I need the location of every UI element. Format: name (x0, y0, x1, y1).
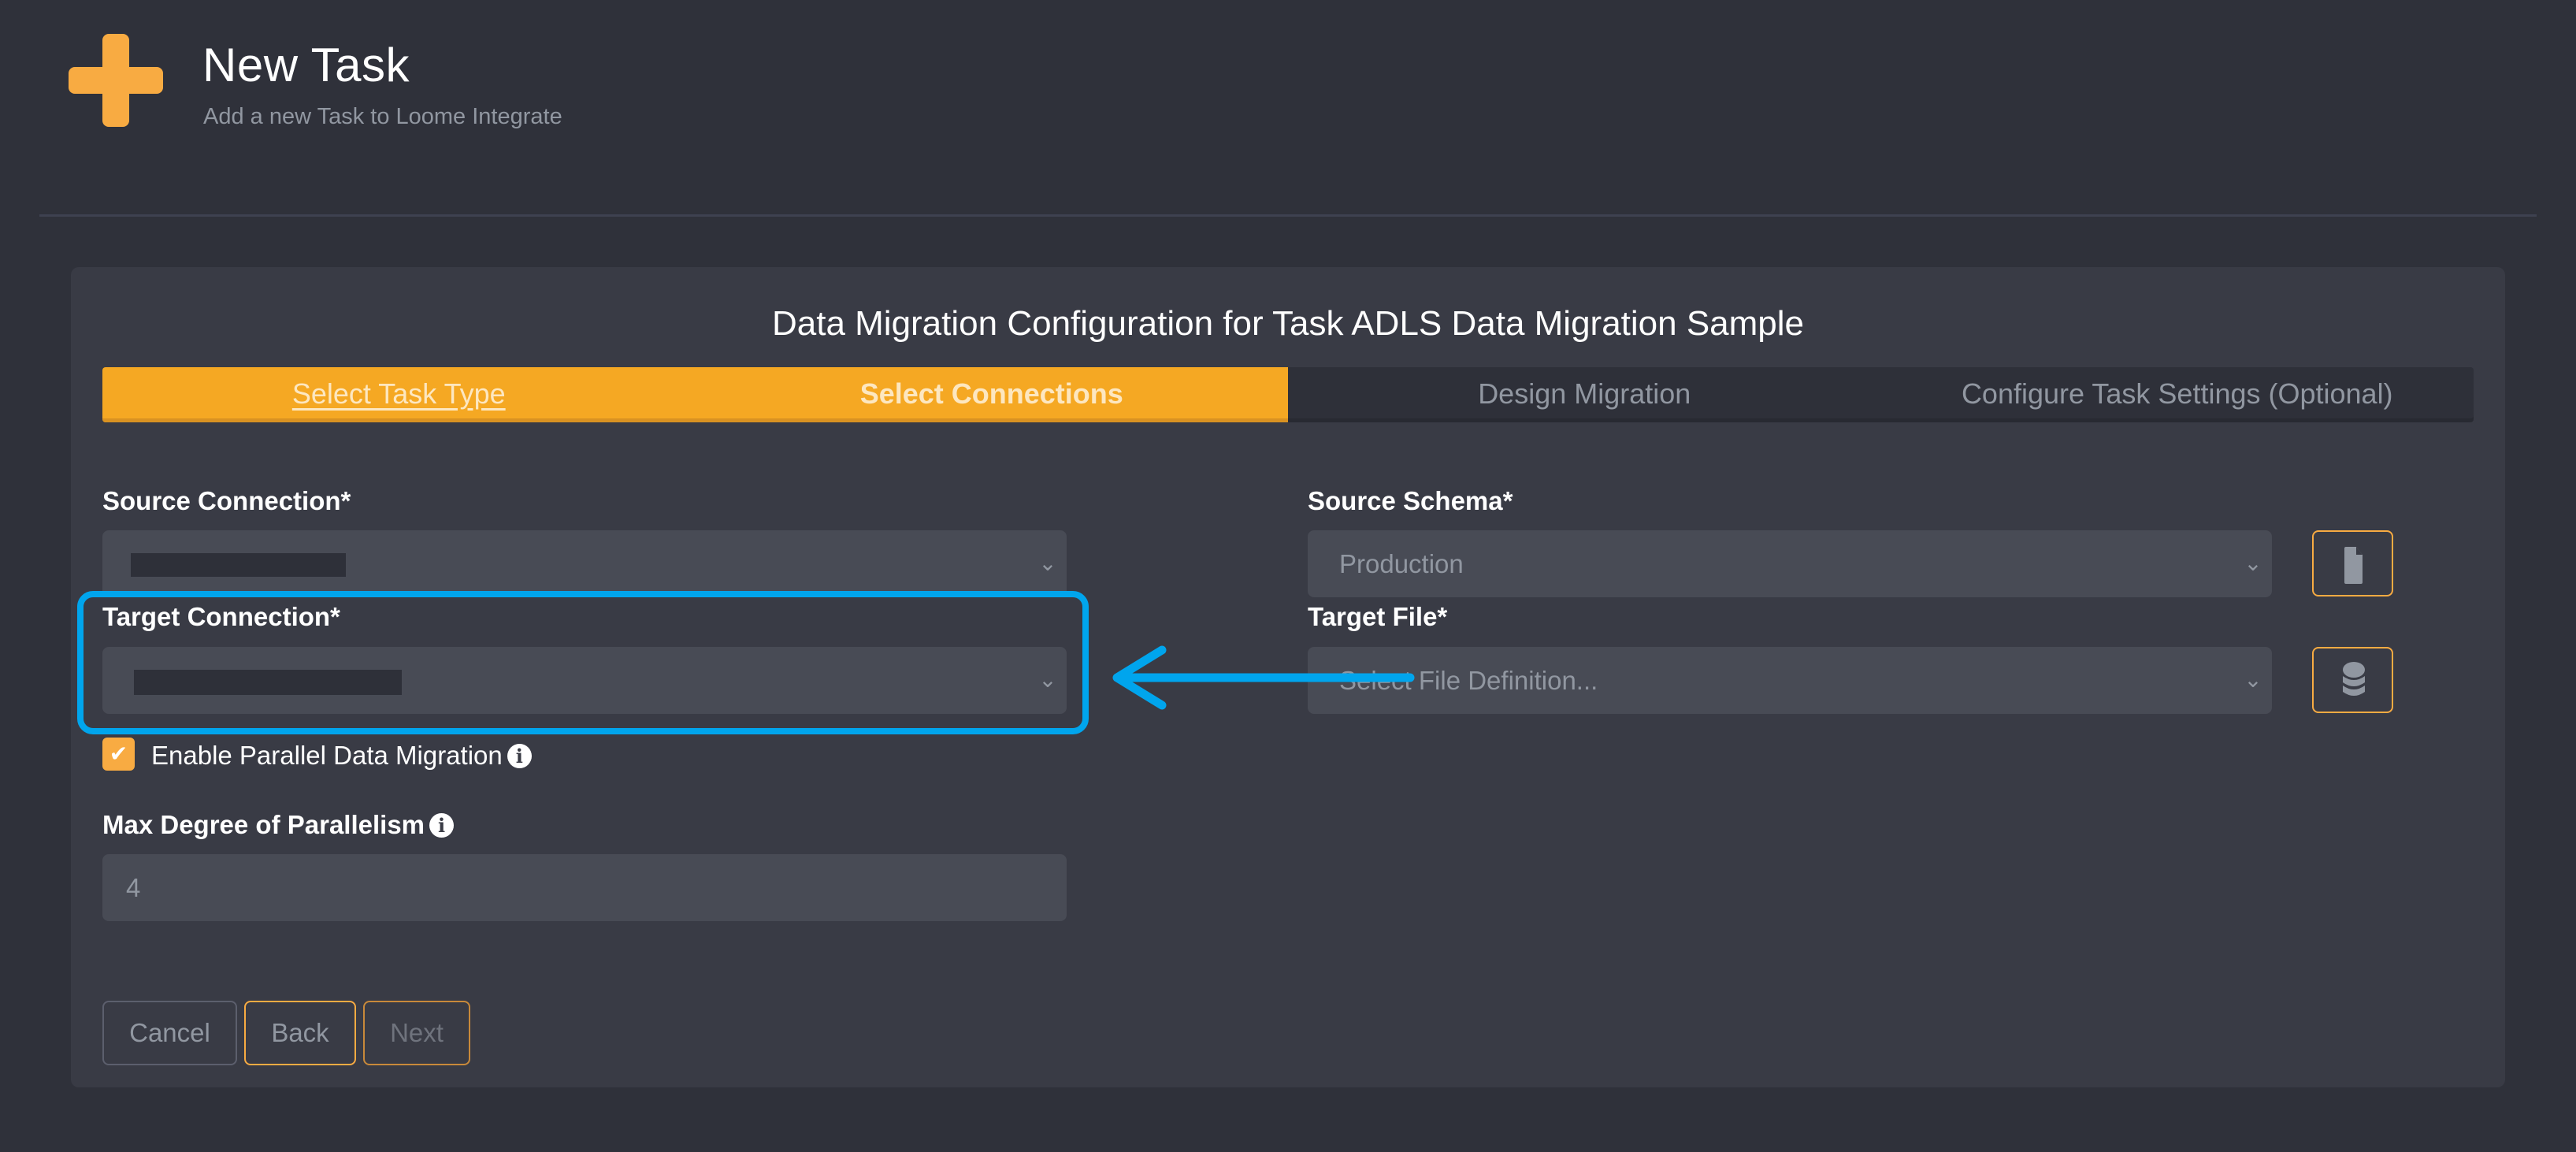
check-icon: ✔ (109, 741, 128, 766)
source-connection-label: Source Connection* (102, 486, 351, 515)
source-schema-select[interactable]: Production ⌄ (1308, 530, 2272, 597)
step-select-task-type[interactable]: Select Task Type (102, 367, 696, 422)
cancel-button[interactable]: Cancel (102, 1001, 237, 1065)
annotation-highlight-box (77, 591, 1089, 734)
enable-parallel-checkbox[interactable]: ✔ (102, 738, 135, 771)
database-icon (2343, 662, 2365, 696)
max-parallelism-text: Max Degree of Parallelism (102, 810, 425, 839)
next-button[interactable]: Next (363, 1001, 470, 1065)
source-connection-select[interactable]: ⌄ (102, 530, 1067, 597)
step-select-connections[interactable]: Select Connections (696, 367, 1289, 422)
source-schema-label: Source Schema* (1308, 486, 1513, 515)
max-parallelism-label: Max Degree of Parallelism i (102, 810, 455, 840)
target-file-label: Target File* (1308, 602, 1448, 631)
target-file-select[interactable]: Select File Definition... ⌄ (1308, 647, 2272, 714)
page-title: New Task (202, 39, 410, 91)
enable-parallel-label[interactable]: Enable Parallel Data Migration i (151, 741, 532, 771)
page-subtitle: Add a new Task to Loome Integrate (203, 104, 562, 129)
chevron-down-icon: ⌄ (1038, 551, 1057, 575)
annotation-arrow-icon (1112, 645, 1415, 710)
chevron-down-icon: ⌄ (2244, 667, 2262, 692)
info-icon[interactable]: i (429, 813, 455, 838)
file-icon (2344, 547, 2363, 584)
target-file-database-button[interactable] (2312, 647, 2393, 713)
plus-icon (69, 34, 163, 127)
chevron-down-icon: ⌄ (2244, 551, 2262, 575)
max-parallelism-input[interactable] (102, 854, 1067, 921)
source-schema-value: Production (1339, 549, 1464, 578)
redacted-value (131, 553, 346, 577)
info-icon[interactable]: i (507, 744, 532, 768)
panel-title: Data Migration Configuration for Task AD… (771, 304, 1805, 343)
back-button[interactable]: Back (244, 1001, 356, 1065)
max-parallelism-field[interactable] (102, 854, 1067, 921)
step-design-migration: Design Migration (1478, 377, 1691, 410)
step-configure-task-settings: Configure Task Settings (Optional) (1961, 377, 2393, 410)
wizard-steps: Select Task Type Select Connections Desi… (102, 367, 2474, 422)
enable-parallel-text: Enable Parallel Data Migration (151, 741, 503, 770)
header-divider (39, 214, 2537, 217)
source-schema-file-button[interactable] (2312, 530, 2393, 596)
